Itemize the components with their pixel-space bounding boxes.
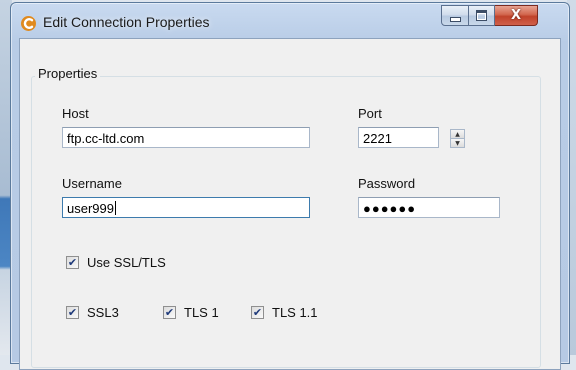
checkbox-box[interactable]: ✔ (66, 256, 79, 269)
use-ssl-checkbox[interactable]: ✔ Use SSL/TLS (66, 255, 166, 270)
properties-groupbox (31, 76, 541, 368)
close-button[interactable]: X (495, 5, 538, 26)
title-bar[interactable]: Edit Connection Properties X (11, 3, 569, 39)
username-label: Username (62, 176, 122, 191)
port-label: Port (358, 106, 382, 121)
checkmark-icon: ✔ (67, 256, 78, 269)
checkmark-icon: ✔ (67, 306, 78, 319)
port-spinner[interactable]: ▲ ▼ (450, 129, 465, 148)
username-value: user999 (67, 201, 114, 216)
minimize-button[interactable] (441, 5, 469, 26)
tls1-checkbox[interactable]: ✔ TLS 1 (163, 305, 219, 320)
maximize-button[interactable] (469, 5, 495, 26)
minimize-icon (449, 17, 461, 22)
use-ssl-label: Use SSL/TLS (87, 255, 166, 270)
ssl3-checkbox[interactable]: ✔ SSL3 (66, 305, 119, 320)
tls11-checkbox[interactable]: ✔ TLS 1.1 (251, 305, 318, 320)
password-input[interactable]: ●●●●●● (358, 197, 500, 218)
spin-down-icon[interactable]: ▼ (450, 139, 465, 148)
close-icon: X (510, 8, 522, 23)
window-title: Edit Connection Properties (43, 14, 210, 30)
checkbox-box[interactable]: ✔ (251, 306, 264, 319)
checkbox-box[interactable]: ✔ (66, 306, 79, 319)
checkmark-icon: ✔ (252, 306, 263, 319)
checkmark-icon: ✔ (164, 306, 175, 319)
app-logo-icon[interactable] (20, 15, 37, 32)
maximize-icon (476, 10, 487, 21)
port-input[interactable]: 2221 (358, 127, 439, 148)
ssl3-label: SSL3 (87, 305, 119, 320)
username-input[interactable]: user999 (62, 197, 310, 218)
text-caret (114, 201, 116, 215)
caption-buttons: X (441, 5, 538, 26)
checkbox-box[interactable]: ✔ (163, 306, 176, 319)
tls11-label: TLS 1.1 (272, 305, 318, 320)
spin-up-icon[interactable]: ▲ (450, 129, 465, 139)
host-input[interactable]: ftp.cc-ltd.com (62, 127, 310, 148)
properties-legend: Properties (35, 66, 101, 81)
tls1-label: TLS 1 (184, 305, 219, 320)
password-label: Password (358, 176, 416, 191)
host-label: Host (62, 106, 89, 121)
password-mask: ●●●●●● (363, 201, 417, 216)
